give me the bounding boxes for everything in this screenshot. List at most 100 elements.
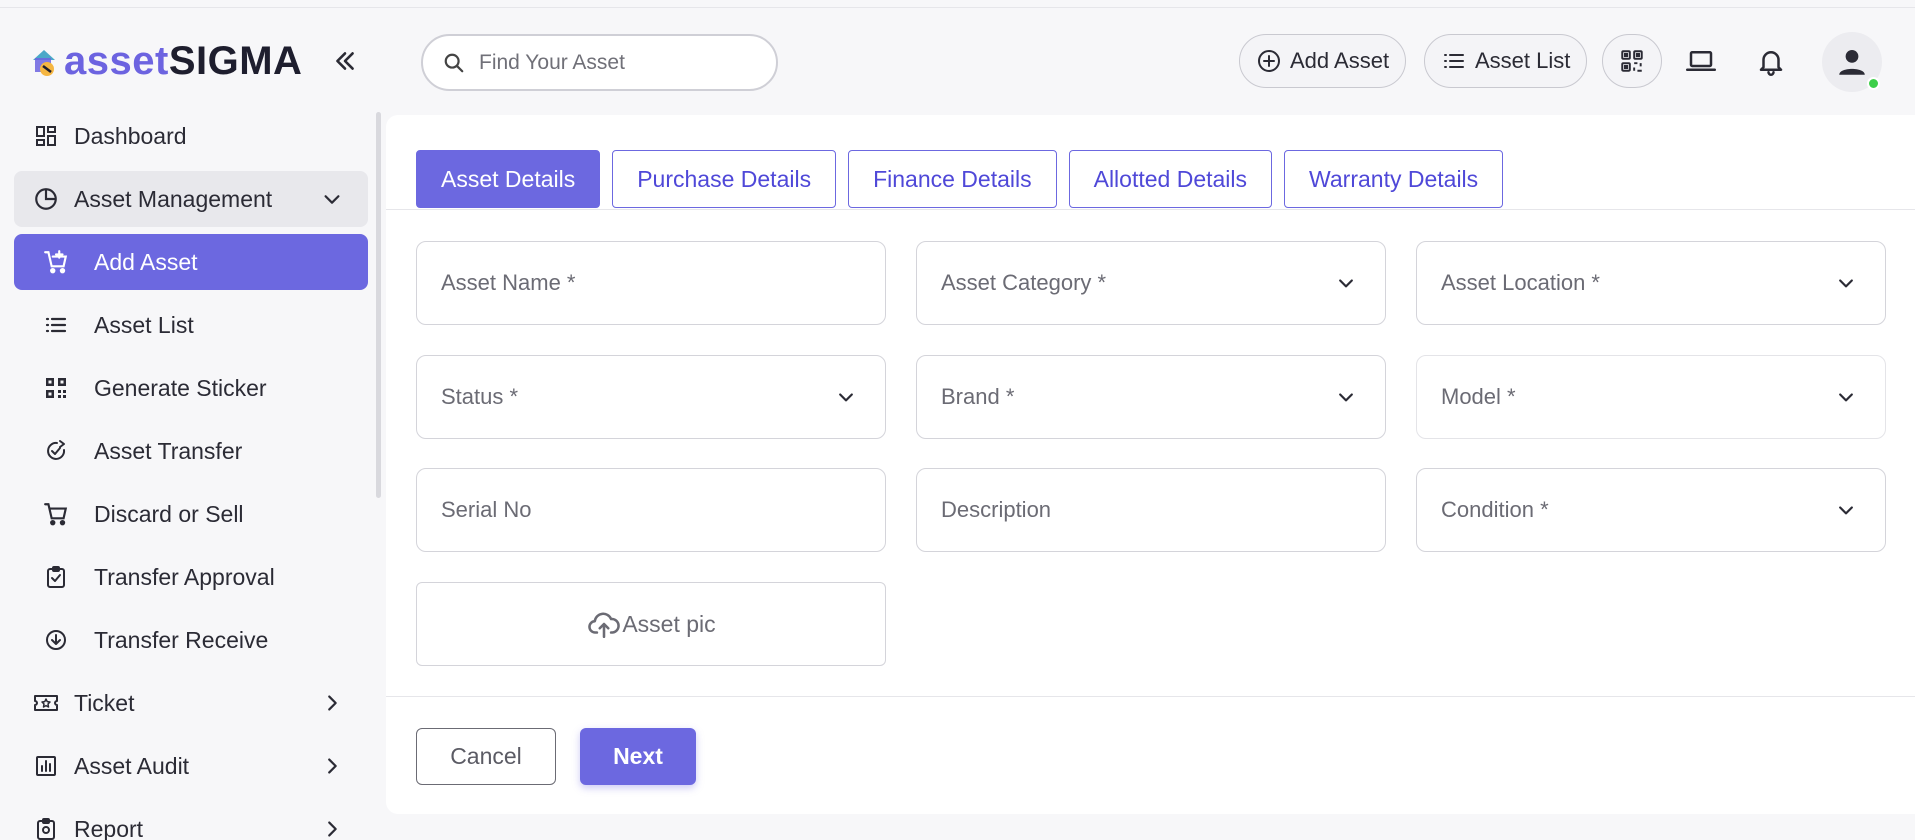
dashboard-icon: [32, 122, 60, 150]
asset-pic-label: Asset pic: [622, 610, 716, 637]
tab-allotted-details[interactable]: Allotted Details: [1068, 150, 1273, 208]
condition-select[interactable]: Condition *: [1416, 468, 1886, 552]
audit-chart-icon: [32, 752, 60, 780]
chevron-down-icon: [1333, 384, 1359, 410]
sidebar-item-label: Report: [74, 815, 144, 840]
sidebar-item-label: Dashboard: [74, 122, 187, 149]
serial-no-placeholder: Serial No: [441, 497, 532, 522]
tab-purchase-details[interactable]: Purchase Details: [612, 150, 837, 208]
condition-placeholder: Condition *: [1441, 497, 1549, 522]
list-icon: [1441, 48, 1467, 74]
asset-list-label: Asset List: [1475, 48, 1571, 73]
asset-category-placeholder: Asset Category *: [941, 270, 1107, 295]
sidebar-item-asset-audit[interactable]: Asset Audit: [14, 738, 368, 794]
cloud-upload-icon: [586, 606, 622, 642]
chevron-down-icon: [1833, 384, 1859, 410]
asset-name-placeholder: Asset Name *: [441, 270, 576, 295]
brand-name-part1: asset: [64, 39, 169, 83]
brand-select[interactable]: Brand *: [916, 355, 1386, 439]
sidebar-item-label: Asset Transfer: [94, 437, 243, 464]
sidebar-item-label: Ticket: [74, 689, 135, 716]
asset-location-select[interactable]: Asset Location *: [1416, 241, 1886, 325]
sidebar-item-discard-or-sell[interactable]: Discard or Sell: [14, 486, 368, 542]
chevron-right-icon: [318, 689, 346, 717]
notifications-button[interactable]: [1748, 38, 1794, 84]
sidebar-nav: Dashboard Asset Management Add Asset Ass…: [14, 108, 368, 840]
asset-category-select[interactable]: Asset Category *: [916, 241, 1386, 325]
sidebar-item-label: Asset List: [94, 311, 194, 338]
online-status-dot: [1867, 77, 1880, 90]
brand-logo[interactable]: assetSIGMA: [30, 36, 302, 86]
report-icon: [32, 815, 60, 840]
status-select[interactable]: Status *: [416, 355, 886, 439]
description-placeholder: Description: [941, 497, 1052, 522]
tab-asset-details[interactable]: Asset Details: [416, 150, 601, 208]
chevron-right-icon: [318, 815, 346, 840]
search-input[interactable]: [479, 50, 759, 75]
add-asset-card: Asset Details Purchase Details Finance D…: [386, 115, 1915, 814]
sidebar-item-ticket[interactable]: Ticket: [14, 675, 368, 731]
asset-pic-upload[interactable]: Asset pic: [416, 582, 886, 666]
cart-icon: [42, 500, 70, 528]
bell-icon: [1759, 51, 1783, 76]
brand-placeholder: Brand *: [941, 384, 1015, 409]
sidebar: assetSIGMA Dashboard Asset Management Ad: [0, 8, 385, 840]
sidebar-item-label: Transfer Approval: [94, 563, 275, 590]
add-asset-label: Add Asset: [1290, 48, 1390, 73]
brand-name-part2: SIGMA: [168, 39, 303, 83]
footer-divider: [386, 696, 1915, 697]
tab-finance-details[interactable]: Finance Details: [848, 150, 1057, 208]
sidebar-item-asset-transfer[interactable]: Asset Transfer: [14, 423, 368, 479]
sidebar-item-label: Discard or Sell: [94, 500, 244, 527]
plus-circle-icon: [1256, 48, 1282, 74]
header-add-asset-button[interactable]: Add Asset: [1239, 34, 1407, 88]
sidebar-item-add-asset[interactable]: Add Asset: [14, 234, 368, 290]
sidebar-item-report[interactable]: Report: [14, 801, 368, 840]
sidebar-item-generate-sticker[interactable]: Generate Sticker: [14, 360, 368, 416]
header-asset-list-button[interactable]: Asset List: [1424, 34, 1588, 88]
asset-name-field[interactable]: Asset Name *: [416, 241, 886, 325]
top-border: [0, 0, 1915, 8]
chevron-down-icon: [1333, 270, 1359, 296]
collapse-sidebar-button[interactable]: [328, 44, 362, 78]
transfer-icon: [42, 437, 70, 465]
status-placeholder: Status *: [441, 384, 519, 409]
laptop-icon: [1686, 51, 1716, 71]
desktop-view-button[interactable]: [1678, 38, 1724, 84]
next-button[interactable]: Next: [580, 728, 696, 785]
chevron-down-icon: [318, 185, 346, 213]
chevron-down-icon: [1833, 497, 1859, 523]
qr-code-icon: [42, 374, 70, 402]
sidebar-item-asset-management[interactable]: Asset Management: [14, 171, 368, 227]
form-tabs: Asset Details Purchase Details Finance D…: [416, 150, 1515, 208]
cart-plus-icon: [42, 248, 70, 276]
cancel-button[interactable]: Cancel: [416, 728, 556, 785]
sidebar-item-dashboard[interactable]: Dashboard: [14, 108, 368, 164]
user-avatar[interactable]: [1822, 32, 1882, 92]
tabs-divider: [386, 209, 1915, 210]
model-select[interactable]: Model *: [1416, 355, 1886, 439]
model-placeholder: Model *: [1441, 384, 1516, 409]
serial-no-field[interactable]: Serial No: [416, 468, 886, 552]
qr-scan-button[interactable]: [1602, 34, 1662, 88]
sidebar-item-transfer-approval[interactable]: Transfer Approval: [14, 549, 368, 605]
sidebar-item-label: Add Asset: [94, 248, 198, 275]
chevron-down-icon: [1833, 270, 1859, 296]
search-box[interactable]: [421, 34, 778, 91]
sidebar-item-label: Transfer Receive: [94, 626, 269, 653]
clipboard-check-icon: [42, 563, 70, 591]
sidebar-item-asset-list[interactable]: Asset List: [14, 297, 368, 353]
sidebar-item-label: Asset Audit: [74, 752, 190, 779]
sidebar-scrollbar[interactable]: [376, 112, 381, 498]
tab-warranty-details[interactable]: Warranty Details: [1284, 150, 1504, 208]
double-chevron-left-icon: [336, 52, 354, 70]
logo-mark-icon: [30, 44, 60, 78]
list-icon: [42, 311, 70, 339]
download-circle-icon: [42, 626, 70, 654]
description-field[interactable]: Description: [916, 468, 1386, 552]
user-icon: [1839, 49, 1865, 75]
sidebar-item-transfer-receive[interactable]: Transfer Receive: [14, 612, 368, 668]
pie-chart-icon: [32, 185, 60, 213]
search-icon: [444, 53, 464, 72]
ticket-icon: [32, 689, 60, 717]
